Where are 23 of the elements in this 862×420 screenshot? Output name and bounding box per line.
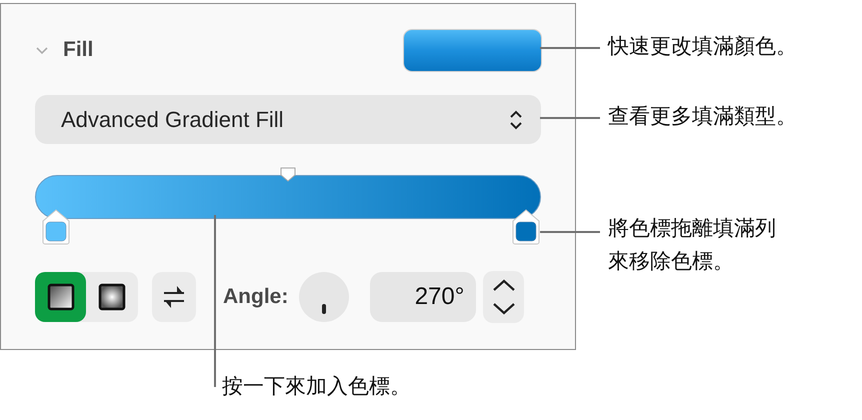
linear-gradient-icon xyxy=(46,283,74,311)
radial-gradient-icon xyxy=(98,283,126,311)
callout-text: 快速更改填滿顏色。 xyxy=(608,34,797,60)
callout-text: 將色標拖離填滿列來移除色標。 xyxy=(608,216,777,275)
angle-stepper[interactable] xyxy=(483,271,524,323)
color-stop[interactable] xyxy=(42,209,70,245)
gradient-bar[interactable] xyxy=(35,175,541,219)
color-stop[interactable] xyxy=(512,209,540,245)
angle-field[interactable]: 270° xyxy=(370,272,476,322)
leader-line xyxy=(540,117,600,119)
leader-line xyxy=(540,47,600,49)
leader-line xyxy=(540,231,600,233)
linear-gradient-button[interactable] xyxy=(35,272,86,322)
callout-text: 查看更多填滿類型。 xyxy=(608,104,797,130)
section-title: Fill xyxy=(63,37,94,64)
swap-arrows-icon xyxy=(163,284,185,310)
callout-text: 按一下來加入色標。 xyxy=(222,374,411,400)
color-well[interactable] xyxy=(404,30,541,70)
angle-label: Angle: xyxy=(223,284,288,310)
swap-button[interactable] xyxy=(152,272,196,322)
fill-type-popup[interactable]: Advanced Gradient Fill xyxy=(35,95,541,144)
midpoint-handle[interactable] xyxy=(280,167,296,182)
up-down-chevron-icon xyxy=(509,108,523,130)
